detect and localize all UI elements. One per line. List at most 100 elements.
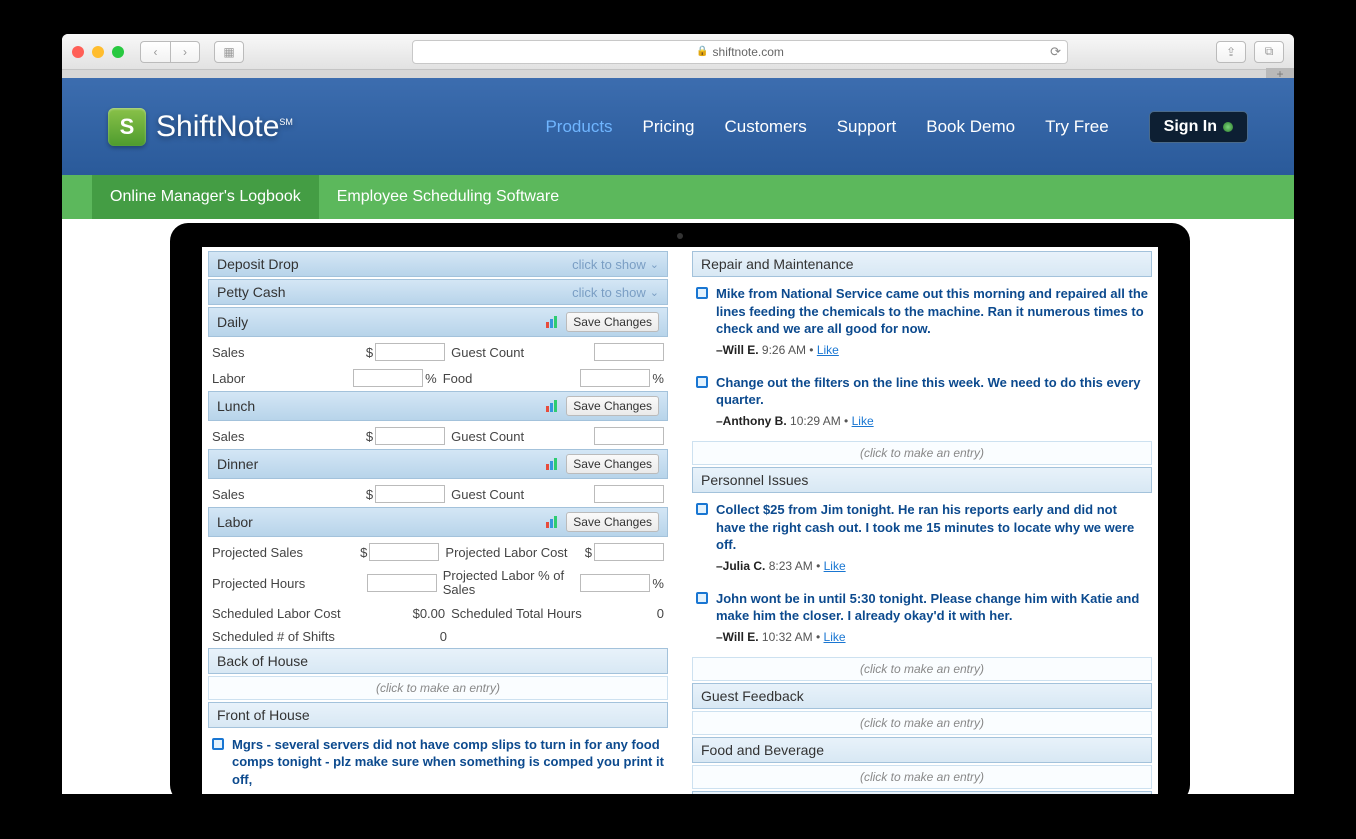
logo[interactable]: S ShiftNoteSM — [108, 108, 293, 146]
section-title: Guest Feedback — [701, 688, 804, 704]
camera-icon — [677, 233, 683, 239]
section-title: Back of House — [217, 653, 308, 669]
page-content: S ShiftNoteSM Products Pricing Customers… — [62, 78, 1294, 794]
app-screenshot: Deposit Drop click to show ⌄ Petty Cash … — [202, 247, 1158, 794]
bar-chart-icon[interactable] — [546, 458, 560, 470]
nav-support[interactable]: Support — [837, 117, 897, 137]
sign-in-button[interactable]: Sign In — [1149, 111, 1248, 143]
sign-in-label: Sign In — [1164, 118, 1217, 136]
note-text: Change out the filters on the line this … — [716, 375, 1141, 408]
section-title: Labor — [217, 514, 253, 530]
value-scheduled-total-hours: 0 — [594, 606, 664, 621]
entry-prompt-foodbev[interactable]: (click to make an entry) — [692, 765, 1152, 789]
input-daily-labor[interactable] — [353, 369, 423, 387]
save-labor-button[interactable]: Save Changes — [566, 512, 659, 532]
section-dinner: Dinner Save Changes — [208, 449, 668, 479]
tab-strip: + — [62, 70, 1294, 78]
input-lunch-sales[interactable] — [375, 427, 445, 445]
reload-icon[interactable]: ⟳ — [1050, 44, 1061, 60]
maximize-icon[interactable] — [112, 46, 124, 58]
minimize-icon[interactable] — [92, 46, 104, 58]
input-lunch-guest-count[interactable] — [594, 427, 664, 445]
status-dot-icon — [1223, 122, 1233, 132]
input-dinner-sales[interactable] — [375, 485, 445, 503]
row-projected-sales: Projected Sales $ Projected Labor Cost $ — [208, 539, 668, 565]
nav-try-free[interactable]: Try Free — [1045, 117, 1109, 137]
tabs-button[interactable]: ⧉ — [1254, 41, 1284, 63]
entry-prompt-personnel[interactable]: (click to make an entry) — [692, 657, 1152, 681]
section-what-happened: What Happened — [692, 791, 1152, 794]
input-projected-sales[interactable] — [369, 543, 439, 561]
note-repair-1: Mike from National Service came out this… — [692, 279, 1152, 368]
input-projected-labor-pct[interactable] — [580, 574, 650, 592]
note-bullet-icon — [696, 287, 708, 299]
label-food: Food — [437, 371, 581, 386]
note-repair-2: Change out the filters on the line this … — [692, 368, 1152, 439]
section-title: Food and Beverage — [701, 742, 824, 758]
input-dinner-guest-count[interactable] — [594, 485, 664, 503]
close-icon[interactable] — [72, 46, 84, 58]
section-deposit-drop[interactable]: Deposit Drop click to show ⌄ — [208, 251, 668, 277]
back-button[interactable]: ‹ — [140, 41, 170, 63]
bar-chart-icon[interactable] — [546, 400, 560, 412]
chevron-down-icon: ⌄ — [650, 286, 659, 299]
bar-chart-icon[interactable] — [546, 516, 560, 528]
note-personnel-1: Collect $25 from Jim tonight. He ran his… — [692, 495, 1152, 584]
subnav-logbook[interactable]: Online Manager's Logbook — [92, 175, 319, 219]
sidebar-toggle-button[interactable]: ▦ — [214, 41, 244, 63]
expand-hint: click to show — [572, 285, 646, 300]
note-author: –Will E. — [716, 630, 759, 644]
save-daily-button[interactable]: Save Changes — [566, 312, 659, 332]
forward-button[interactable]: › — [170, 41, 200, 63]
input-daily-food[interactable] — [580, 369, 650, 387]
nav-pricing[interactable]: Pricing — [643, 117, 695, 137]
section-repair: Repair and Maintenance — [692, 251, 1152, 277]
note-bullet-icon — [696, 376, 708, 388]
input-daily-sales[interactable] — [375, 343, 445, 361]
section-personnel: Personnel Issues — [692, 467, 1152, 493]
note-author: –Will E. — [716, 343, 759, 357]
expand-hint: click to show — [572, 257, 646, 272]
entry-prompt-boh[interactable]: (click to make an entry) — [208, 676, 668, 700]
section-title: Dinner — [217, 456, 258, 472]
save-lunch-button[interactable]: Save Changes — [566, 396, 659, 416]
section-title: Personnel Issues — [701, 472, 808, 488]
toolbar-right: ⇪ ⧉ — [1216, 41, 1284, 63]
logo-icon: S — [108, 108, 146, 146]
row-scheduled-shifts: Scheduled # of Shifts 0 — [208, 625, 668, 648]
window-controls — [72, 46, 124, 58]
section-labor: Labor Save Changes — [208, 507, 668, 537]
save-dinner-button[interactable]: Save Changes — [566, 454, 659, 474]
titlebar: ‹ › ▦ 🔒 shiftnote.com ⟳ ⇪ ⧉ — [62, 34, 1294, 70]
entry-prompt-guest[interactable]: (click to make an entry) — [692, 711, 1152, 735]
like-link[interactable]: Like — [852, 414, 874, 428]
site-header: S ShiftNoteSM Products Pricing Customers… — [62, 78, 1294, 175]
share-button[interactable]: ⇪ — [1216, 41, 1246, 63]
subnav-scheduling[interactable]: Employee Scheduling Software — [319, 175, 577, 219]
input-daily-guest-count[interactable] — [594, 343, 664, 361]
like-link[interactable]: Like — [824, 559, 846, 573]
right-column: Repair and Maintenance Mike from Nationa… — [692, 251, 1152, 794]
nav-book-demo[interactable]: Book Demo — [926, 117, 1015, 137]
like-link[interactable]: Like — [817, 343, 839, 357]
like-link[interactable]: Like — [824, 630, 846, 644]
url-host: shiftnote.com — [713, 45, 784, 59]
section-lunch: Lunch Save Changes — [208, 391, 668, 421]
nav-products[interactable]: Products — [545, 117, 612, 137]
lock-icon: 🔒 — [696, 46, 708, 57]
address-bar[interactable]: 🔒 shiftnote.com ⟳ — [412, 40, 1068, 64]
nav-customers[interactable]: Customers — [725, 117, 807, 137]
note-time: 10:29 AM • — [790, 414, 848, 428]
note-text: John wont be in until 5:30 tonight. Plea… — [716, 591, 1139, 624]
note-bullet-icon — [696, 592, 708, 604]
bar-chart-icon[interactable] — [546, 316, 560, 328]
entry-prompt-repair[interactable]: (click to make an entry) — [692, 441, 1152, 465]
input-projected-labor-cost[interactable] — [594, 543, 664, 561]
note-foh: Mgrs - several servers did not have comp… — [208, 730, 668, 794]
section-petty-cash[interactable]: Petty Cash click to show ⌄ — [208, 279, 668, 305]
chevron-down-icon: ⌄ — [650, 258, 659, 271]
input-projected-hours[interactable] — [367, 574, 437, 592]
note-bullet-icon — [696, 503, 708, 515]
note-text: Mike from National Service came out this… — [716, 286, 1148, 336]
laptop-mockup: Deposit Drop click to show ⌄ Petty Cash … — [170, 223, 1190, 794]
